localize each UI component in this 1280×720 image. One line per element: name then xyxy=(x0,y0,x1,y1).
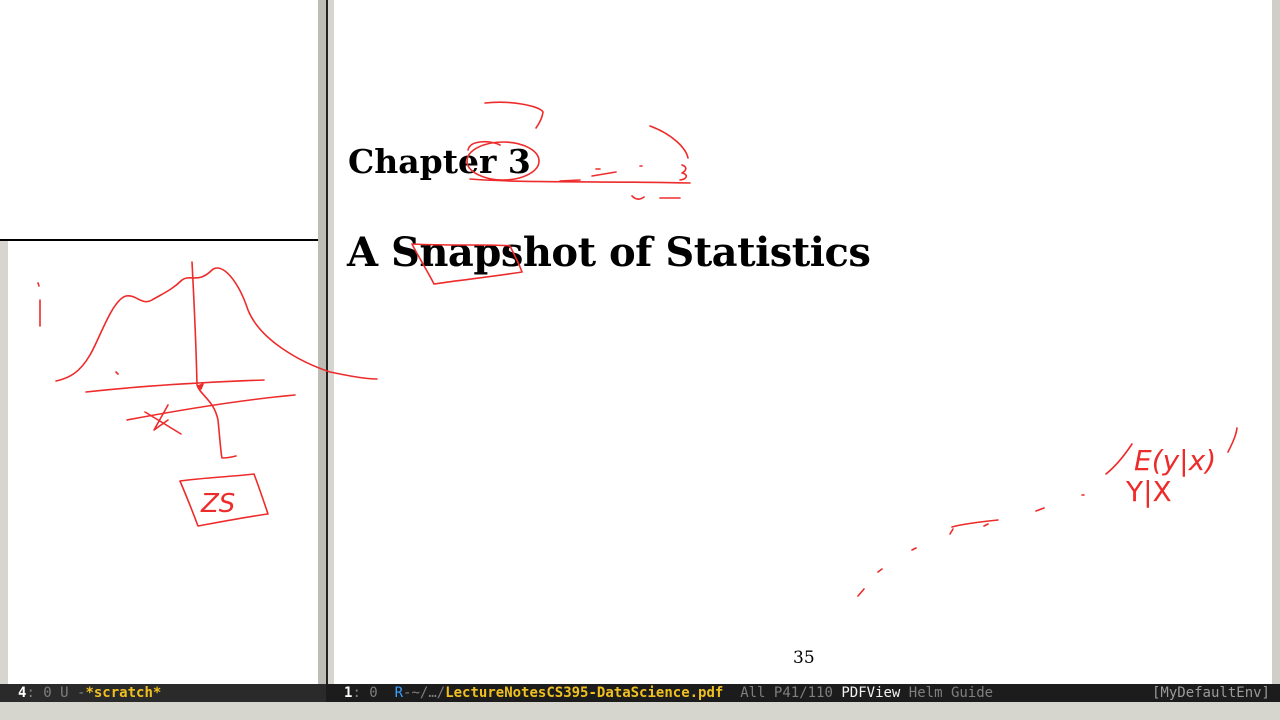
buffer-name-left[interactable]: *scratch* xyxy=(85,685,161,701)
minor-modes[interactable]: Helm Guide xyxy=(900,685,993,701)
vertical-scrollbar[interactable] xyxy=(1272,0,1280,684)
remote-flag: R xyxy=(394,685,404,701)
major-mode[interactable]: PDFView xyxy=(841,685,900,701)
modeline-right[interactable]: 1: 0 R-~/…/LectureNotesCS395-DataScience… xyxy=(326,684,1280,702)
minibuffer[interactable] xyxy=(0,702,1280,720)
emacs-frame: Chapter 3 A Snapshot of Statistics 35 ZS… xyxy=(0,0,1280,720)
pdf-page[interactable]: Chapter 3 A Snapshot of Statistics 35 xyxy=(334,0,1272,684)
buffer-position: All P41/110 xyxy=(723,685,842,701)
modeline-left[interactable]: 4: 0 U -*scratch* xyxy=(0,684,326,702)
chapter-title: A Snapshot of Statistics xyxy=(347,229,871,276)
scratch-overlay-box xyxy=(0,0,322,241)
window-divider[interactable] xyxy=(318,0,326,684)
page-number: 35 xyxy=(793,648,815,668)
environment-indicator: [MyDefaultEnv] xyxy=(1151,685,1270,701)
path-prefix: -~/…/ xyxy=(403,685,446,701)
buffer-status-left: : 0 U - xyxy=(26,685,86,701)
chapter-label: Chapter 3 xyxy=(348,142,531,181)
buffer-status-right: : 0 xyxy=(352,685,395,701)
buffer-name-right[interactable]: LectureNotesCS395-DataScience.pdf xyxy=(445,685,723,701)
